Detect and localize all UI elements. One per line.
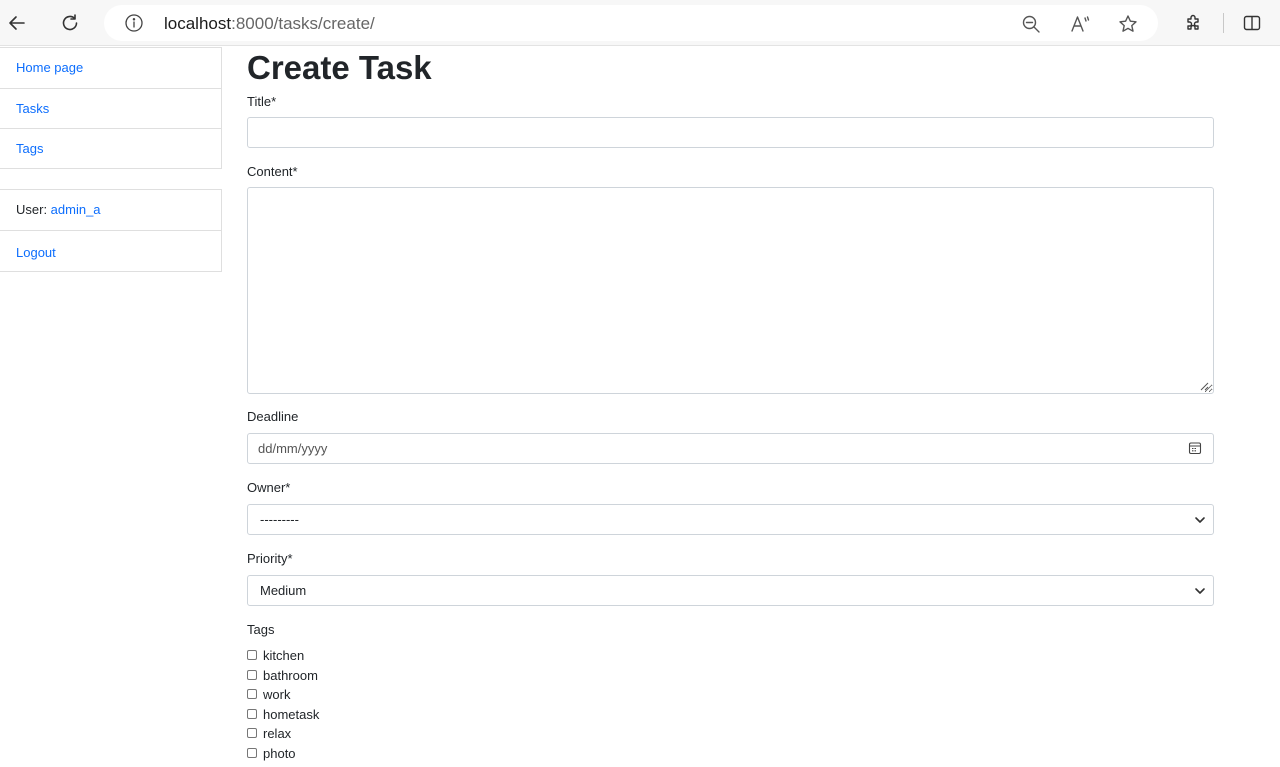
read-aloud-button[interactable] [1069, 13, 1091, 35]
priority-label: Priority* [247, 551, 293, 566]
back-arrow-icon [9, 16, 25, 30]
content-textarea[interactable] [247, 187, 1214, 394]
back-button[interactable] [1, 7, 33, 39]
create-task-form: Create Task Title* Content* Deadline dd/… [247, 47, 1214, 767]
sidebar-user-info: User: admin_a [0, 190, 221, 230]
split-screen-icon [1243, 15, 1261, 31]
tag-option-work[interactable]: work [247, 685, 1214, 705]
favorite-button[interactable] [1117, 13, 1139, 35]
user-prefix: User: [16, 202, 51, 217]
chevron-down-icon [1195, 517, 1205, 523]
zoom-out-button[interactable] [1020, 13, 1042, 35]
url-host: localhost [164, 14, 232, 33]
content-label: Content* [247, 164, 298, 179]
puzzle-icon [1187, 14, 1199, 30]
tag-checkbox[interactable] [247, 708, 257, 719]
tag-option-relax[interactable]: relax [247, 724, 1214, 744]
address-bar[interactable]: localhost:8000/tasks/create/ [104, 5, 1158, 41]
url-path: :8000/tasks/create/ [231, 14, 375, 33]
star-icon [1119, 15, 1137, 32]
deadline-field: dd/mm/yyyy [247, 433, 1214, 464]
tag-checkbox[interactable] [247, 689, 257, 700]
deadline-label: Deadline [247, 409, 299, 424]
content-field-wrapper [247, 187, 1214, 394]
read-aloud-icon [1071, 16, 1090, 32]
calendar-icon[interactable] [1188, 441, 1202, 455]
title-label: Title* [247, 94, 277, 109]
priority-select[interactable]: Medium [247, 575, 1214, 606]
owner-label: Owner* [247, 480, 291, 495]
deadline-placeholder: dd/mm/yyyy [258, 441, 328, 456]
tag-option-hobby[interactable]: hobby [247, 763, 1214, 767]
sidebar-nav: Home page Tasks Tags [0, 47, 222, 169]
tag-option-kitchen[interactable]: kitchen [247, 646, 1214, 666]
priority-select-value: Medium [260, 583, 307, 598]
url-text[interactable]: localhost:8000/tasks/create/ [164, 14, 375, 34]
tag-option-photo[interactable]: photo [247, 744, 1214, 764]
owner-select-box[interactable] [247, 504, 1214, 535]
tag-label: work [263, 687, 291, 703]
tag-label: photo [263, 745, 296, 761]
info-icon[interactable] [124, 13, 144, 33]
tag-checkbox[interactable] [247, 728, 257, 739]
tags-label: Tags [247, 622, 275, 637]
tag-label: relax [263, 726, 292, 742]
sidebar-item-tags[interactable]: Tags [0, 128, 221, 168]
priority-select-box[interactable] [247, 575, 1214, 606]
tag-label: kitchen [263, 648, 305, 664]
tag-checkbox[interactable] [247, 650, 257, 661]
reload-icon [62, 14, 78, 31]
user-link[interactable]: admin_a [51, 202, 101, 217]
tag-option-hometask[interactable]: hometask [247, 705, 1214, 725]
browser-toolbar: localhost:8000/tasks/create/ [0, 0, 1280, 46]
tag-checkbox[interactable] [247, 669, 257, 680]
sidebar-user-section: User: admin_a Logout [0, 189, 222, 272]
chevron-down-icon [1195, 588, 1205, 594]
sidebar-item-tasks[interactable]: Tasks [0, 88, 221, 128]
tag-checkbox[interactable] [247, 747, 257, 758]
owner-select[interactable]: --------- [247, 504, 1214, 535]
toolbar-divider [1223, 13, 1224, 33]
split-screen-button[interactable] [1236, 7, 1268, 39]
sidebar-item-home-page[interactable]: Home page [0, 48, 221, 88]
page-title: Create Task [247, 49, 432, 86]
tag-label: hometask [263, 706, 320, 722]
extensions-button[interactable] [1178, 7, 1210, 39]
zoom-out-icon [1022, 15, 1040, 33]
logout-link[interactable]: Logout [0, 230, 221, 271]
tags-checkbox-list: kitchen bathroom work hometask relax pho… [247, 646, 1214, 767]
tag-option-bathroom[interactable]: bathroom [247, 666, 1214, 686]
tag-label: bathroom [263, 667, 318, 683]
deadline-input[interactable] [247, 433, 1214, 464]
sidebar: Home page Tasks Tags User: admin_a Logou… [0, 47, 222, 272]
title-input[interactable] [247, 117, 1214, 148]
resize-grip-icon[interactable] [1200, 382, 1209, 391]
reload-button[interactable] [54, 7, 86, 39]
owner-select-value: --------- [260, 512, 299, 527]
